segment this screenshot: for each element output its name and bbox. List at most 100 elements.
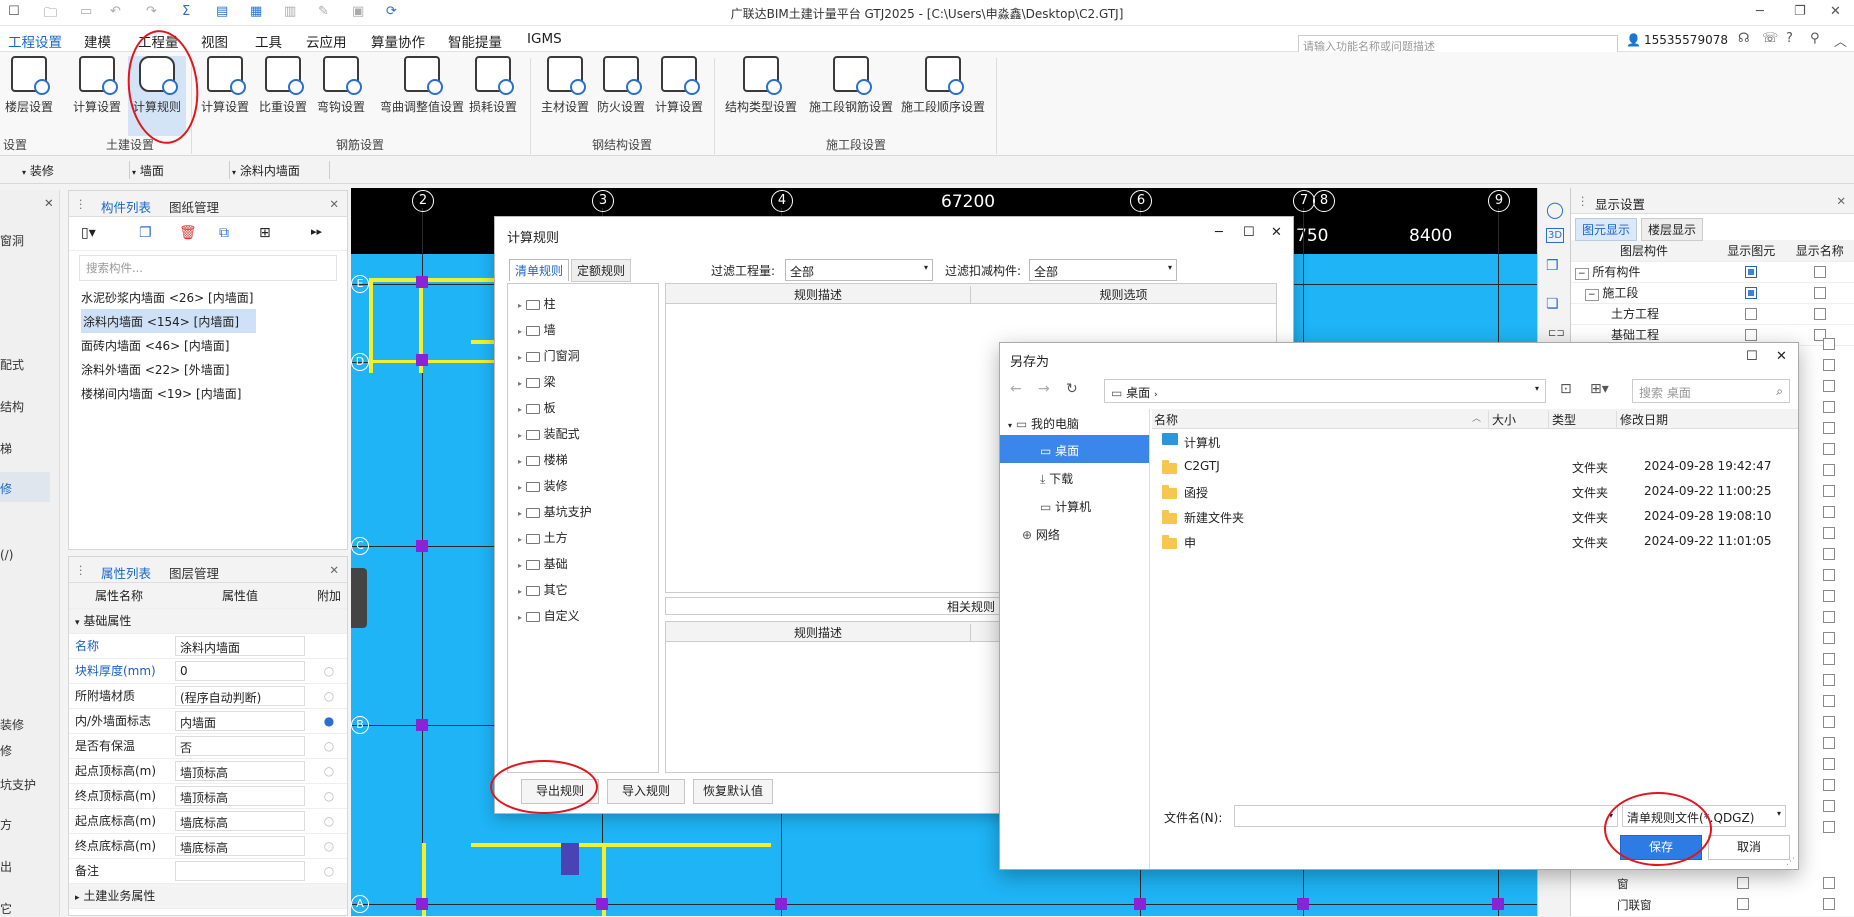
section-row[interactable]: ▾ 基础属性	[69, 608, 347, 633]
show-name-checkbox[interactable]	[1823, 401, 1835, 413]
nav-item[interactable]: 修	[0, 742, 12, 759]
nav-item-decoration[interactable]: 修	[0, 472, 50, 502]
prop-value[interactable]: (程序自动判断)	[175, 686, 305, 706]
show-name-checkbox[interactable]	[1823, 569, 1835, 581]
show-name-checkbox[interactable]	[1823, 548, 1835, 560]
nav-item-my-computer[interactable]: ▾ ▭ 我的电脑	[1000, 409, 1149, 435]
help-icon[interactable]: ?	[1786, 31, 1793, 46]
view-mode-icon[interactable]: ⊞▾	[1590, 381, 1609, 397]
close-button[interactable]: ✕	[1830, 4, 1841, 19]
show-name-checkbox[interactable]	[1823, 464, 1835, 476]
app-menu-icon[interactable]: ☐	[8, 4, 20, 19]
column[interactable]	[416, 354, 428, 366]
menu-smart[interactable]: 智能提量	[448, 31, 502, 51]
list-item-selected[interactable]: 涂料内墙面 <154> [内墙面]	[81, 309, 256, 333]
column[interactable]	[775, 898, 787, 910]
tab-drawing-manage[interactable]: 图纸管理	[169, 197, 219, 216]
nav-item[interactable]: 方	[0, 816, 12, 833]
column[interactable]	[1134, 898, 1146, 910]
maximize-button[interactable]: ☐	[1243, 225, 1255, 240]
show-name-checkbox[interactable]	[1823, 821, 1835, 833]
show-name-checkbox[interactable]	[1823, 590, 1835, 602]
column-header-date[interactable]: 修改日期	[1616, 411, 1756, 428]
tree-item[interactable]: ▸ 墙	[518, 318, 658, 344]
nav-item[interactable]: 梯	[0, 440, 12, 457]
pin-icon[interactable]: ⚲	[1810, 31, 1820, 46]
more-icon[interactable]: ▸▸	[311, 225, 322, 238]
new-icon[interactable]: ▯▾	[81, 225, 96, 241]
3d-view-icon[interactable]: 3D	[1546, 228, 1564, 243]
show-element-checkbox[interactable]	[1737, 898, 1749, 910]
list-item[interactable]: 涂料外墙面 <22> [外墙面]	[69, 357, 347, 381]
show-name-checkbox[interactable]	[1823, 380, 1835, 392]
grid-icon[interactable]: ▦	[250, 4, 262, 19]
minimize-button[interactable]: ─	[1215, 225, 1223, 240]
floor-copy-icon[interactable]: ⊞	[259, 225, 271, 241]
tab-element-display[interactable]: 图元显示	[1575, 218, 1637, 241]
steel-structure-calc-button[interactable]: 计算设置	[650, 56, 708, 115]
tree-item[interactable]: ▸ 其它	[518, 578, 658, 604]
list-item[interactable]: 楼梯间内墙面 <19> [内墙面]	[69, 381, 347, 405]
import-rules-button[interactable]: 导入规则	[607, 779, 685, 804]
undo-icon[interactable]: ↶	[110, 4, 121, 19]
column[interactable]	[1297, 898, 1309, 910]
menu-igms[interactable]: IGMS	[527, 31, 562, 47]
delete-icon[interactable]: 🗑	[179, 225, 197, 241]
section-rebar-button[interactable]: 施工段钢筋设置	[806, 56, 896, 115]
prop-value[interactable]: 涂料内墙面	[175, 636, 305, 656]
column-header-name[interactable]: 名称	[1154, 411, 1178, 428]
show-name-checkbox[interactable]	[1823, 485, 1835, 497]
tree-item[interactable]: ▸ 基础	[518, 552, 658, 578]
drag-handle-icon[interactable]: ⋮	[75, 197, 87, 211]
wall[interactable]	[471, 843, 771, 847]
filter-deduct-select[interactable]: 全部▾	[1029, 259, 1177, 281]
prop-value[interactable]	[175, 861, 305, 881]
show-name-checkbox[interactable]	[1823, 737, 1835, 749]
nav-item[interactable]: 窗洞	[0, 232, 24, 249]
tab-floor-display[interactable]: 楼层显示	[1641, 218, 1703, 241]
show-name-checkbox[interactable]	[1823, 877, 1835, 889]
prop-value[interactable]: 0	[175, 661, 305, 681]
loss-settings-button[interactable]: 损耗设置	[464, 56, 522, 115]
element-block[interactable]	[561, 843, 579, 875]
tab-component-list[interactable]: 构件列表	[101, 197, 151, 216]
sum-icon[interactable]: Σ	[182, 4, 190, 19]
steel-calc-settings-button[interactable]: 计算设置	[196, 56, 254, 115]
section-order-button[interactable]: 施工段顺序设置	[898, 56, 988, 115]
file-row[interactable]: 函授 文件夹 2024-09-22 11:00:25	[1152, 479, 1798, 504]
nav-item[interactable]: 配式	[0, 356, 24, 373]
layers-icon[interactable]: ❏	[1546, 296, 1559, 312]
show-name-checkbox[interactable]	[1823, 758, 1835, 770]
sync-icon[interactable]: ⟳	[386, 4, 397, 19]
show-name-checkbox[interactable]	[1823, 674, 1835, 686]
show-name-checkbox[interactable]	[1823, 632, 1835, 644]
show-name-checkbox[interactable]	[1814, 287, 1826, 299]
prop-value[interactable]: 墙顶标高	[175, 761, 305, 781]
component-search-input[interactable]: 搜索构件...	[79, 255, 337, 281]
close-icon[interactable]: ✕	[1836, 194, 1846, 208]
file-row[interactable]: 计算机	[1152, 429, 1798, 454]
drag-handle-icon[interactable]: ⋮	[75, 563, 87, 577]
show-name-checkbox[interactable]	[1823, 800, 1835, 812]
nav-item-downloads[interactable]: ⤓ 下载	[1000, 463, 1149, 491]
show-name-checkbox[interactable]	[1823, 338, 1835, 350]
headset-icon[interactable]: ☊	[1738, 31, 1750, 46]
forward-icon[interactable]: →	[1038, 381, 1050, 397]
menu-view[interactable]: 视图	[201, 31, 228, 51]
file-row[interactable]: C2GTJ 文件夹 2024-09-28 19:42:47	[1152, 454, 1798, 479]
side-collapse-handle[interactable]	[351, 568, 367, 628]
nav-item-computer[interactable]: ▭ 计算机	[1000, 491, 1149, 519]
show-name-checkbox[interactable]	[1823, 527, 1835, 539]
structure-type-button[interactable]: 结构类型设置	[718, 56, 804, 115]
chat-icon[interactable]: ☏	[1762, 31, 1778, 46]
show-name-checkbox[interactable]	[1814, 308, 1826, 320]
hook-settings-button[interactable]: 弯钩设置	[312, 56, 370, 115]
column[interactable]	[416, 898, 428, 910]
nav-item[interactable]: 结构	[0, 398, 24, 415]
list-item[interactable]: 面砖内墙面 <46> [内墙面]	[69, 333, 347, 357]
show-name-checkbox[interactable]	[1823, 359, 1835, 371]
show-name-checkbox[interactable]	[1823, 506, 1835, 518]
address-bar[interactable]: ▭ 桌面 ›▾	[1104, 379, 1546, 403]
bend-adjust-button[interactable]: 弯曲调整值设置	[374, 56, 470, 115]
new-folder-icon[interactable]: ⊡	[1560, 381, 1572, 397]
